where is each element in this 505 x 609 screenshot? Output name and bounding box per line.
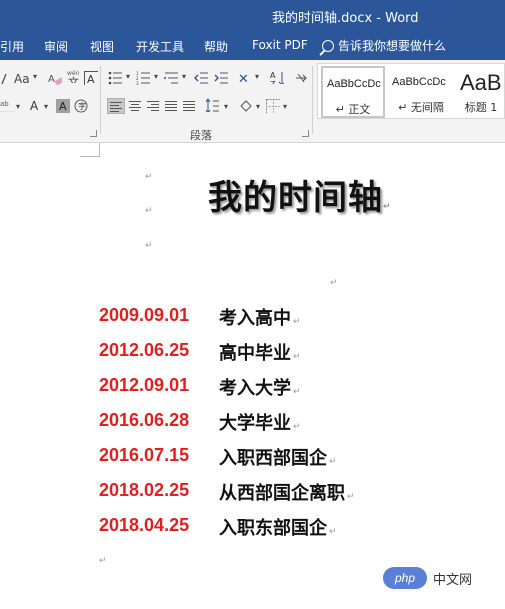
timeline-date: 2009.09.01 [99,305,190,325]
document-title: 我的时间轴↵ [208,178,392,218]
paragraph-mark: ↵ [145,172,153,182]
svg-text:A: A [87,73,95,85]
italic-fragment-icon[interactable] [0,72,14,86]
align-left-button[interactable] [107,98,125,114]
timeline-date: 2018.04.25 [99,515,190,535]
svg-text:A: A [59,100,67,113]
style-name: 标题 1 [464,101,498,114]
chevron-down-icon: ▾ [255,72,260,81]
svg-text:文: 文 [68,75,79,83]
font-dialog-launcher-icon[interactable] [90,130,97,137]
shading-icon[interactable] [238,98,252,112]
tab-references[interactable]: 引用 [0,38,24,55]
timeline-date: 2018.02.25 [99,480,190,500]
style-name: ↵ 正文 [335,103,371,116]
search-icon [322,39,334,52]
watermark-text: 中文网 [433,572,473,588]
group-separator [312,66,313,134]
margin-corner-mark [80,143,100,157]
style-sample: AaBbCcDc [327,78,381,90]
phonetic-guide-icon[interactable]: wén文 [66,69,80,83]
timeline-date: 2016.06.28 [99,410,190,430]
svg-text:A: A [48,74,55,85]
timeline-date: 2012.09.01 [99,375,190,395]
align-right-button[interactable] [145,99,161,113]
svg-text:✕: ✕ [238,72,249,84]
style-heading-1[interactable]: AaB 标题 1 [456,66,505,118]
tab-developer[interactable]: 开发工具 [136,38,184,55]
font-color-icon[interactable]: A [28,98,42,112]
chinese-layout-icon[interactable]: ✕ [238,70,252,84]
distributed-button[interactable] [181,99,197,113]
timeline-date: 2012.06.25 [99,340,190,360]
styles-gallery: AaBbCcDc ↵ 正文 AaBbCcDc ↵ 无间隔 AaB 标题 1 [317,63,505,119]
php-logo: php [383,567,427,589]
clear-formatting-icon[interactable]: A [48,71,62,85]
numbering-icon[interactable]: 123 [136,71,150,85]
svg-text:字: 字 [78,101,86,111]
timeline-event: 高中毕业 ↵ [219,343,301,364]
paragraph-mark: ↵ [145,206,153,216]
chevron-down-icon: ▾ [283,102,288,111]
timeline-event: 从西部国企离职 ↵ [219,483,355,504]
group-separator [100,66,101,134]
style-normal[interactable]: AaBbCcDc ↵ 正文 [321,66,385,118]
timeline-event: 入职西部国企 ↵ [219,448,337,469]
show-formatting-marks-icon[interactable] [294,70,308,84]
tab-review[interactable]: 审阅 [44,38,68,55]
php-cn-watermark: php 中文网 [383,566,472,590]
text-highlight-color-icon[interactable]: ab [0,98,14,112]
line-spacing-icon[interactable] [205,98,219,112]
paragraph-dialog-launcher-icon[interactable] [302,130,309,137]
chevron-down-icon: ▾ [16,102,21,111]
borders-icon[interactable] [266,99,280,113]
justify-button[interactable] [163,99,179,113]
tell-me-box[interactable]: 告诉我你想要做什么 [322,37,446,54]
paragraph-mark: ↵ [145,241,153,251]
timeline-event: 入职东部国企 ↵ [219,518,337,539]
paragraph-mark: ↵ [99,556,107,566]
character-border-icon[interactable]: A [84,71,98,85]
chevron-down-icon: ▾ [33,72,38,81]
tell-me-text: 告诉我你想要做什么 [338,39,447,53]
timeline-event: 考入高中 ↵ [219,308,301,329]
change-case-button[interactable]: Aa [14,72,30,86]
ribbon-tabs: 引用 审阅 视图 开发工具 帮助 Foxit PDF 告诉我你想要做什么 [0,30,505,60]
decrease-indent-icon[interactable] [194,71,208,85]
chevron-down-icon: ▾ [154,72,159,81]
style-sample: AaB [460,70,502,95]
chevron-down-icon: ▾ [256,102,261,111]
svg-text:A: A [30,99,39,112]
timeline-event: 考入大学 ↵ [219,378,301,399]
paragraph-mark: ↵ [330,278,338,288]
svg-text:Z: Z [270,80,276,84]
title-bar: 我的时间轴.docx - Word [0,0,505,30]
window-title: 我的时间轴.docx - Word [272,11,419,26]
increase-indent-icon[interactable] [214,71,228,85]
svg-text:3: 3 [136,81,139,85]
multilevel-list-icon[interactable] [164,71,178,85]
chevron-down-icon: ▾ [224,102,229,111]
style-name: ↵ 无间隔 [398,101,444,114]
paragraph-group-label: 段落 [190,129,212,142]
enclose-characters-icon[interactable]: 字 [74,99,88,113]
sort-icon[interactable]: AZ [270,70,284,84]
chevron-down-icon: ▾ [182,72,187,81]
style-sample: AaBbCcDc [392,76,446,88]
tab-help[interactable]: 帮助 [204,38,228,55]
character-shading-icon[interactable]: A [56,99,70,113]
svg-text:ab: ab [0,100,9,108]
svg-text:A: A [270,71,276,80]
style-no-spacing[interactable]: AaBbCcDc ↵ 无间隔 [388,66,454,118]
timeline-event: 大学毕业 ↵ [219,413,301,434]
timeline-date: 2016.07.15 [99,445,190,465]
tab-foxit-pdf[interactable]: Foxit PDF [252,38,308,52]
tab-view[interactable]: 视图 [90,38,114,55]
chevron-down-icon: ▾ [44,102,49,111]
chevron-down-icon: ▾ [126,72,131,81]
bullets-icon[interactable] [108,71,122,85]
align-center-button[interactable] [127,99,143,113]
